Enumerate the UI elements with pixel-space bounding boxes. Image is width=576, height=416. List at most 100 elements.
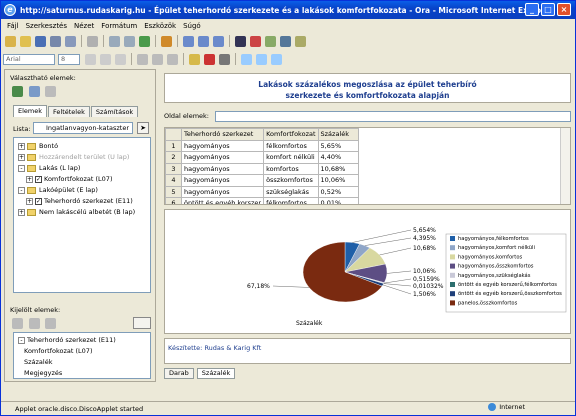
menu-file[interactable]: Fájl: [7, 22, 19, 30]
menu-edit[interactable]: Szerkesztés: [26, 22, 67, 30]
table-cell[interactable]: félkomfortos: [263, 197, 319, 204]
print-icon[interactable]: [50, 35, 61, 47]
expand-icon[interactable]: +: [18, 142, 25, 150]
table-cell[interactable]: 10,06%: [317, 174, 359, 187]
tree-node[interactable]: + Bontó: [18, 141, 58, 151]
calc-icon[interactable]: [265, 35, 276, 47]
table-row[interactable]: 1 hagyományos félkomfortos 5,65%: [165, 139, 359, 152]
menu-tools[interactable]: Eszközök: [144, 22, 176, 30]
crosstab-icon[interactable]: [124, 35, 135, 47]
tab-conditions[interactable]: Feltételek: [48, 106, 90, 117]
percent-icon[interactable]: [250, 35, 261, 47]
bold-icon[interactable]: [85, 53, 96, 65]
table-cell[interactable]: hagyományos: [180, 139, 265, 152]
col-header-percent[interactable]: Százalék: [317, 128, 359, 141]
close-button[interactable]: ×: [557, 3, 571, 16]
table-row[interactable]: 6 öntött és egyéb korszer félkomfortos 0,01…: [165, 197, 359, 204]
expand-icon[interactable]: +: [26, 175, 33, 183]
list-item[interactable]: Megjegyzés: [24, 368, 62, 378]
checkbox-icon[interactable]: ✓: [35, 197, 42, 205]
list-item[interactable]: - Teherhordó szerkezet (E11): [18, 335, 116, 345]
table-cell[interactable]: 5,65%: [317, 139, 359, 152]
maximize-button[interactable]: □: [541, 3, 555, 16]
checkbox-icon[interactable]: ✓: [35, 175, 42, 183]
view-1-icon[interactable]: [241, 53, 252, 65]
table-cell[interactable]: félkomfortos: [263, 139, 319, 152]
table-row[interactable]: 2 hagyományos komfort nélküli 4,40%: [165, 151, 359, 164]
menu-help[interactable]: Súgó: [183, 22, 201, 30]
table-icon[interactable]: [109, 35, 120, 47]
tab-items[interactable]: Elemek: [13, 105, 48, 117]
condition-icon[interactable]: [295, 35, 306, 47]
edit-item-icon[interactable]: [29, 86, 40, 97]
table-cell[interactable]: öntött és egyéb korszer: [180, 197, 265, 204]
expand-icon[interactable]: +: [26, 197, 33, 205]
table-cell[interactable]: szükséglakás: [263, 185, 319, 198]
minimize-button[interactable]: _: [525, 3, 539, 16]
layout-icon[interactable]: [213, 35, 224, 47]
col-header-comfort[interactable]: Komfortfokozat: [263, 128, 319, 141]
tree-node[interactable]: - Lakóépület (E lap): [18, 185, 98, 195]
font-select[interactable]: Arial: [3, 53, 55, 65]
delete-item-icon[interactable]: [45, 86, 56, 97]
align-right-icon[interactable]: [167, 53, 178, 65]
col-header-structure[interactable]: Teherhordó szerkezet: [180, 128, 265, 141]
filter-icon[interactable]: [280, 35, 291, 47]
new-icon[interactable]: [5, 35, 16, 47]
table-row[interactable]: 4 hagyományos összkomfortos 10,06%: [165, 174, 359, 187]
collapse-icon[interactable]: -: [18, 164, 25, 172]
table-cell[interactable]: 10,68%: [317, 162, 359, 175]
save-icon[interactable]: [35, 35, 46, 47]
tab-szazalek[interactable]: Százalék: [196, 368, 236, 379]
expand-icon[interactable]: +: [18, 153, 25, 161]
tree-node[interactable]: - Lakás (L lap): [18, 163, 80, 173]
undo-icon[interactable]: [87, 35, 98, 47]
collapse-icon[interactable]: -: [18, 186, 25, 194]
list-item[interactable]: Százalék: [24, 357, 53, 367]
table-cell[interactable]: hagyományos: [180, 185, 265, 198]
view-3-icon[interactable]: [271, 53, 282, 65]
tree-node[interactable]: + Nem lakáscélú albetét (B lap): [18, 207, 135, 217]
align-left-icon[interactable]: [137, 53, 148, 65]
underline-icon[interactable]: [115, 53, 126, 65]
view-2-icon[interactable]: [256, 53, 267, 65]
align-center-icon[interactable]: [152, 53, 163, 65]
table-cell[interactable]: hagyományos: [180, 162, 265, 175]
page-items-field[interactable]: [215, 110, 571, 122]
list-go-button[interactable]: ➤: [137, 122, 149, 134]
list-item[interactable]: Komfortfokozat (L07): [24, 346, 92, 356]
grid-scrollbar[interactable]: [560, 128, 570, 204]
table-cell[interactable]: 4,40%: [317, 151, 359, 164]
layout-menu-button[interactable]: [133, 317, 151, 329]
table-cell[interactable]: komfortos: [263, 162, 319, 175]
fill-color-icon[interactable]: [189, 53, 200, 65]
italic-icon[interactable]: [100, 53, 111, 65]
sum-icon[interactable]: [235, 35, 246, 47]
menu-view[interactable]: Nézet: [74, 22, 94, 30]
remove-selected-icon[interactable]: [45, 318, 56, 329]
table-row[interactable]: 5 hagyományos szükséglakás 0,52%: [165, 185, 359, 198]
export-icon[interactable]: [65, 35, 76, 47]
expand-icon[interactable]: +: [18, 208, 25, 216]
drill-icon[interactable]: [183, 35, 194, 47]
size-select[interactable]: 8: [58, 53, 80, 65]
new-item-icon[interactable]: [12, 86, 23, 97]
open-icon[interactable]: [20, 35, 31, 47]
table-cell[interactable]: komfort nélküli: [263, 151, 319, 164]
table-cell[interactable]: 0,52%: [317, 185, 359, 198]
table-cell[interactable]: összkomfortos: [263, 174, 319, 187]
list-select[interactable]: Ingatlanvagyon-kataszter: [33, 122, 133, 134]
tree-node[interactable]: + ✓ Komfortfokozat (L07): [26, 174, 112, 184]
table-cell[interactable]: hagyományos: [180, 174, 265, 187]
table-cell[interactable]: hagyományos: [180, 151, 265, 164]
font-color-icon[interactable]: [204, 53, 215, 65]
tab-darab[interactable]: Darab: [164, 368, 194, 379]
table-row[interactable]: 3 hagyományos komfortos 10,68%: [165, 162, 359, 175]
border-icon[interactable]: [219, 53, 230, 65]
graph-icon[interactable]: [139, 35, 150, 47]
sort-icon[interactable]: [161, 35, 172, 47]
move-down-icon[interactable]: [29, 318, 40, 329]
tree-node[interactable]: + ✓ Teherhordó szerkezet (E11): [26, 196, 133, 206]
pivot-icon[interactable]: [198, 35, 209, 47]
tab-calculations[interactable]: Számítások: [90, 106, 139, 117]
